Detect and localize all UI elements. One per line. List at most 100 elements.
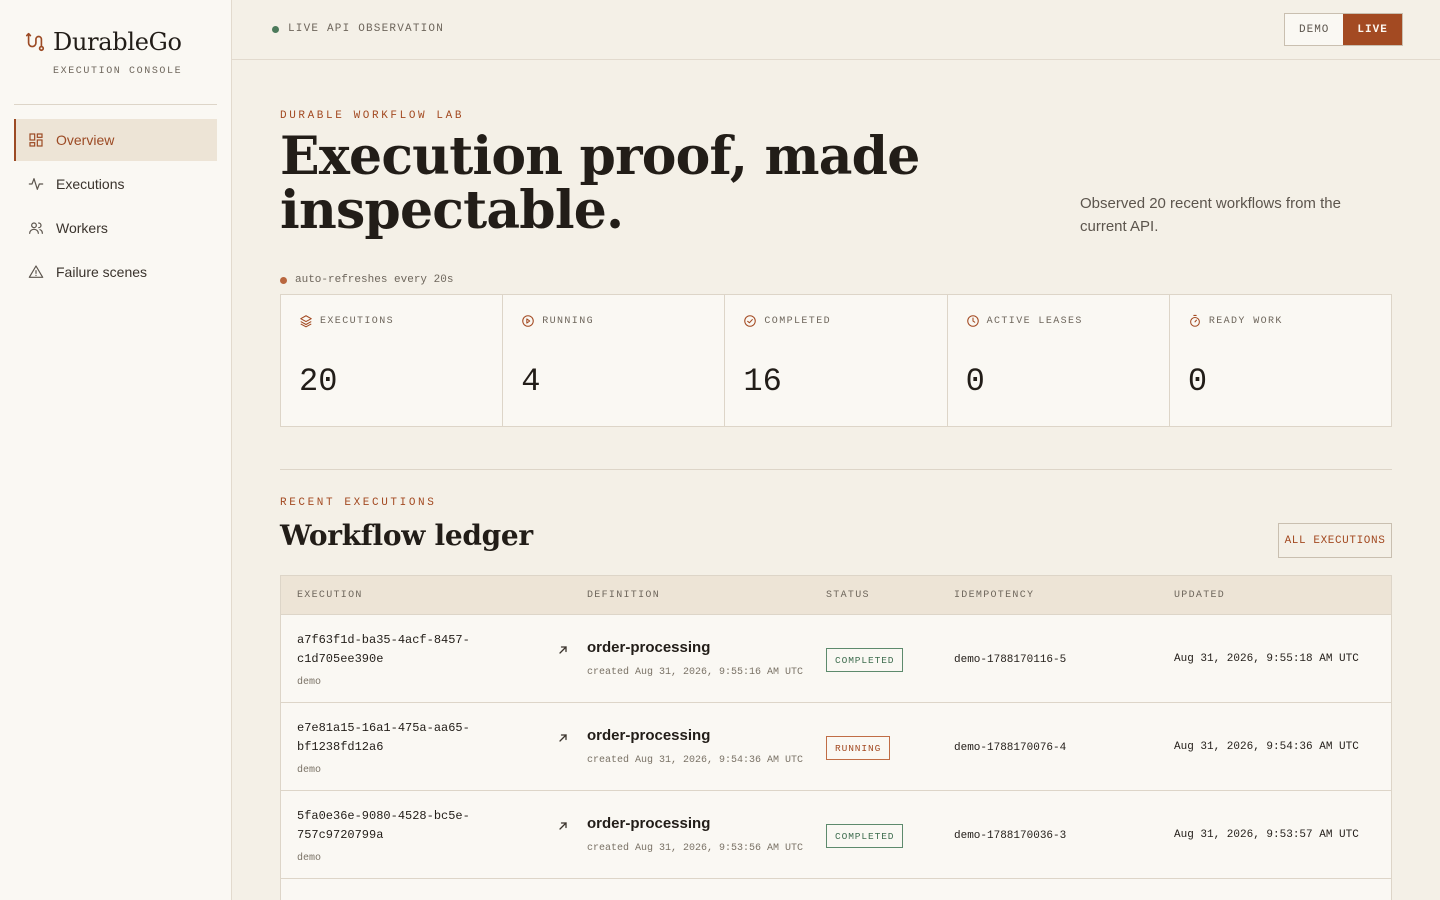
sidebar-item-label: Failure scenes [56, 264, 148, 280]
stats-panel: EXECUTIONS 20 RUNNING 4 COMPLETED 16 ACT… [280, 294, 1392, 427]
stat-label-text: EXECUTIONS [320, 315, 395, 327]
stat-label: RUNNING [521, 314, 724, 328]
sidebar-item-executions[interactable]: Executions [14, 163, 217, 205]
updated-time: Aug 31, 2026, 9:54:36 AM UTC [1174, 741, 1359, 753]
recent-eyebrow: RECENT EXECUTIONS [280, 497, 437, 509]
section-divider [280, 469, 1392, 470]
top-bar: LIVE API OBSERVATION DEMO LIVE [232, 0, 1440, 60]
section-title: Workflow ledger [280, 519, 533, 552]
idempotency-key: demo-1788170076-4 [954, 742, 1067, 754]
status-dot-icon [272, 25, 279, 33]
execution-id[interactable]: a7f63f1d-ba35-4acf-8457- c1d705ee390e [297, 631, 497, 669]
column-header-status: STATUS [826, 590, 870, 601]
live-status-label: LIVE API OBSERVATION [288, 23, 445, 35]
executions-table: EXECUTION DEFINITION STATUS IDEMPOTENCY … [280, 575, 1392, 900]
sidebar-item-label: Executions [56, 176, 125, 192]
stat-label-text: READY WORK [1208, 315, 1283, 327]
table-row[interactable] [281, 879, 1391, 900]
layers-icon [300, 315, 312, 328]
stat-value: 0 [1187, 363, 1208, 400]
stat-value: 0 [965, 363, 985, 400]
sidebar-item-label: Overview [56, 132, 115, 148]
status-badge: COMPLETED [826, 648, 904, 672]
sidebar-item-workers[interactable]: Workers [14, 207, 217, 249]
definition-created: created Aug 31, 2026, 9:55:16 AM UTC [587, 667, 804, 678]
updated-time: Aug 31, 2026, 9:53:57 AM UTC [1174, 829, 1359, 841]
execution-namespace: demo [297, 853, 322, 864]
stat-label: ACTIVE LEASES [966, 314, 1169, 328]
refresh-dot-icon [280, 276, 287, 284]
stat-running: RUNNING 4 [503, 295, 726, 426]
stat-value: 20 [299, 363, 338, 400]
sidebar-item-label: Workers [56, 220, 108, 236]
grid-icon [29, 133, 43, 147]
execution-id-line: 757c9720799a [297, 828, 384, 842]
hero-eyebrow: DURABLE WORKFLOW LAB [280, 110, 465, 122]
external-link-icon[interactable] [557, 644, 569, 656]
stat-label: EXECUTIONS [299, 314, 502, 328]
column-header-idempotency: IDEMPOTENCY [954, 590, 1035, 601]
sidebar: DurableGo EXECUTION CONSOLE Overview Exe… [0, 0, 232, 900]
table-row[interactable]: 5fa0e36e-9080-4528-bc5e- 757c9720799a de… [281, 791, 1391, 879]
stat-completed: COMPLETED 16 [725, 295, 948, 426]
hero-note: Observed 20 recent workflows from the cu… [1080, 195, 1341, 235]
table-header: EXECUTION DEFINITION STATUS IDEMPOTENCY … [281, 576, 1391, 615]
users-icon [29, 222, 43, 234]
sidebar-divider [14, 104, 217, 105]
stat-label: COMPLETED [743, 314, 946, 328]
stat-value: 16 [743, 363, 782, 400]
idempotency-key: demo-1788170116-5 [954, 654, 1067, 666]
clock-icon [966, 315, 979, 327]
brand-name: DurableGo [53, 28, 182, 56]
play-circle-icon [522, 315, 534, 327]
execution-id-line: c1d705ee390e [297, 652, 384, 666]
live-status: LIVE API OBSERVATION [272, 23, 444, 35]
live-mode-button[interactable]: LIVE [1343, 14, 1402, 45]
table-row[interactable]: a7f63f1d-ba35-4acf-8457- c1d705ee390e de… [281, 615, 1391, 703]
execution-namespace: demo [297, 765, 322, 776]
stat-executions: EXECUTIONS 20 [281, 295, 504, 426]
external-link-icon[interactable] [557, 732, 569, 744]
execution-id-line: a7f63f1d-ba35-4acf-8457- [297, 633, 470, 647]
warning-icon [28, 265, 44, 278]
execution-id-line: 5fa0e36e-9080-4528-bc5e- [297, 809, 470, 823]
status-badge: RUNNING [826, 736, 891, 760]
definition-created: created Aug 31, 2026, 9:54:36 AM UTC [587, 755, 804, 766]
column-header-updated: UPDATED [1174, 590, 1226, 601]
definition-name: order-processing [587, 639, 711, 656]
refresh-label: auto-refreshes every 20s [295, 274, 454, 286]
timer-icon [1189, 314, 1200, 327]
definition-name: order-processing [587, 727, 711, 744]
mode-toggle: DEMO LIVE [1284, 13, 1403, 46]
sidebar-item-failure-scenes[interactable]: Failure scenes [14, 251, 217, 293]
brand-subtitle: EXECUTION CONSOLE [53, 66, 183, 77]
column-header-execution: EXECUTION [297, 590, 363, 601]
execution-namespace: demo [297, 677, 322, 688]
idempotency-key: demo-1788170036-3 [954, 830, 1067, 842]
all-executions-button[interactable]: ALL EXECUTIONS [1278, 523, 1392, 558]
updated-time: Aug 31, 2026, 9:55:18 AM UTC [1174, 653, 1359, 665]
stat-active-leases: ACTIVE LEASES 0 [948, 295, 1170, 426]
refresh-indicator: auto-refreshes every 20s [280, 274, 453, 286]
workflow-logo-icon [25, 32, 45, 52]
demo-mode-button[interactable]: DEMO [1285, 14, 1344, 45]
execution-id[interactable]: e7e81a15-16a1-475a-aa65- bf1238fd12a6 [297, 719, 497, 757]
brand[interactable]: DurableGo [24, 28, 182, 56]
execution-id[interactable]: 5fa0e36e-9080-4528-bc5e- 757c9720799a [297, 807, 497, 845]
definition-created: created Aug 31, 2026, 9:53:56 AM UTC [587, 843, 804, 854]
stat-label-text: COMPLETED [764, 315, 832, 327]
check-circle-icon [744, 315, 757, 327]
sidebar-nav: Overview Executions Workers Failure scen… [14, 119, 217, 295]
external-link-icon[interactable] [557, 820, 569, 832]
definition-name: order-processing [587, 815, 711, 832]
stat-ready-work: READY WORK 0 [1170, 295, 1391, 426]
stat-label: READY WORK [1188, 314, 1391, 328]
page-title: Execution proof, made inspectable. [280, 126, 920, 241]
sidebar-item-overview[interactable]: Overview [14, 119, 217, 161]
execution-id-line: e7e81a15-16a1-475a-aa65- [297, 721, 470, 735]
stat-value: 4 [521, 363, 541, 400]
column-header-definition: DEFINITION [587, 590, 661, 601]
activity-icon [28, 178, 44, 190]
status-badge: COMPLETED [826, 824, 904, 848]
table-row[interactable]: e7e81a15-16a1-475a-aa65- bf1238fd12a6 de… [281, 703, 1391, 791]
